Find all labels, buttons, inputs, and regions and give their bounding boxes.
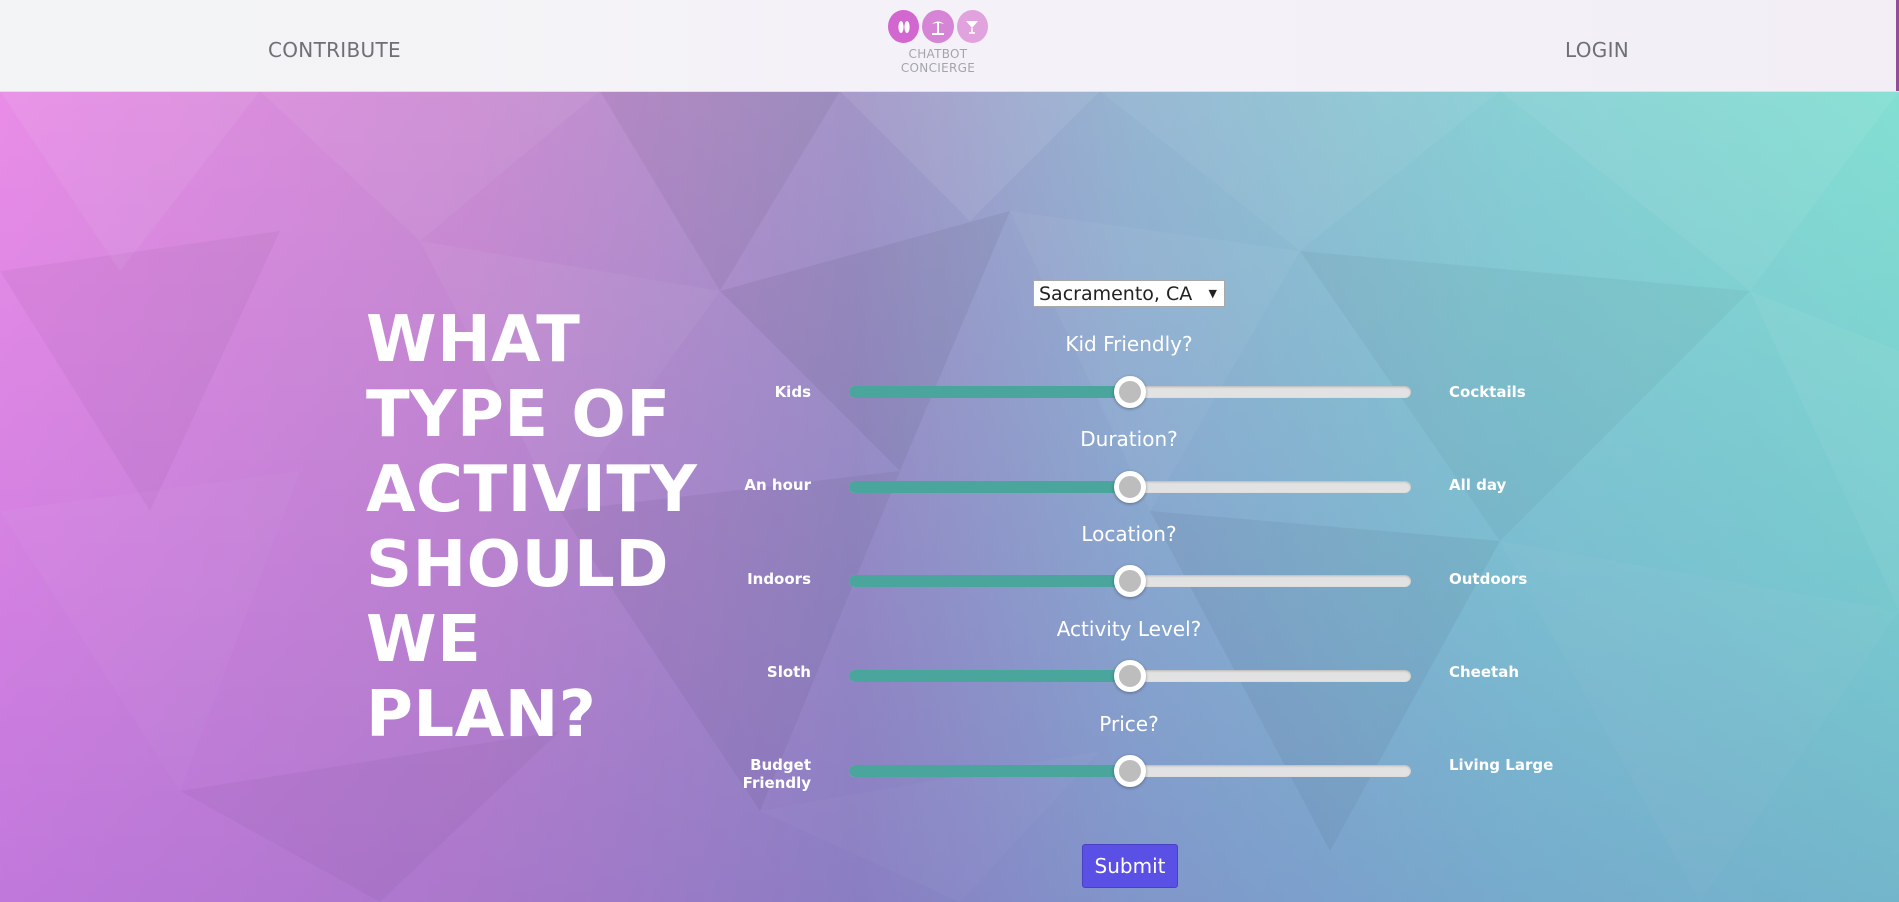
question-duration: Duration? bbox=[1080, 427, 1178, 451]
palm-tree-icon bbox=[922, 10, 954, 43]
city-select-value: Sacramento, CA bbox=[1039, 283, 1193, 305]
headline-line: WE bbox=[366, 603, 482, 677]
slider-fill bbox=[849, 386, 1130, 398]
slider-thumb[interactable] bbox=[1114, 376, 1146, 408]
question-kid-friendly: Kid Friendly? bbox=[1065, 332, 1193, 356]
hero-shade bbox=[0, 91, 1899, 902]
activity-level-slider[interactable] bbox=[849, 660, 1411, 692]
slider-thumb[interactable] bbox=[1114, 471, 1146, 503]
slider-right-label: Outdoors bbox=[1449, 570, 1528, 588]
slider-fill bbox=[849, 481, 1130, 493]
slider-fill bbox=[849, 575, 1130, 587]
flip-flops-icon bbox=[888, 10, 920, 43]
price-slider[interactable] bbox=[849, 755, 1411, 787]
logo-line-1: CHATBOT bbox=[908, 47, 968, 61]
logo-line-2: CONCIERGE bbox=[900, 61, 976, 75]
headline-line: ACTIVITY bbox=[366, 453, 698, 527]
slider-left-label: Kids bbox=[774, 383, 811, 401]
page-headline: WHAT TYPE OF ACTIVITY SHOULD WE PLAN? bbox=[366, 303, 706, 753]
slider-fill bbox=[849, 670, 1130, 682]
slider-thumb[interactable] bbox=[1114, 660, 1146, 692]
question-activity-level: Activity Level? bbox=[1056, 617, 1202, 641]
duration-slider[interactable] bbox=[849, 471, 1411, 503]
top-navbar: CONTRIBUTE CHATBOT CONCIERGE LOGIN bbox=[0, 0, 1899, 92]
slider-right-label: All day bbox=[1449, 476, 1507, 494]
headline-line: TYPE OF bbox=[366, 378, 671, 452]
login-link[interactable]: LOGIN bbox=[1565, 38, 1629, 62]
kid-friendly-slider[interactable] bbox=[849, 376, 1411, 408]
question-location: Location? bbox=[1081, 522, 1177, 546]
slider-fill bbox=[849, 765, 1130, 777]
location-slider[interactable] bbox=[849, 565, 1411, 597]
slider-right-label: Living Large bbox=[1449, 756, 1554, 774]
slider-left-label: Budget Friendly bbox=[742, 756, 811, 792]
slider-left-label: Sloth bbox=[766, 663, 811, 681]
headline-line: PLAN? bbox=[366, 678, 597, 752]
slider-right-label: Cheetah bbox=[1449, 663, 1520, 681]
hero-section bbox=[0, 91, 1899, 902]
submit-button[interactable]: Submit bbox=[1082, 844, 1178, 888]
slider-left-label: Indoors bbox=[747, 570, 811, 588]
chatbot-concierge-logo[interactable]: CHATBOT CONCIERGE bbox=[888, 10, 988, 85]
chevron-down-icon: ▼ bbox=[1208, 287, 1217, 300]
headline-line: SHOULD bbox=[366, 528, 669, 602]
city-select[interactable]: Sacramento, CA ▼ bbox=[1033, 280, 1225, 307]
logo-text: CHATBOT CONCIERGE bbox=[888, 47, 988, 75]
logo-icons bbox=[888, 10, 988, 43]
slider-right-label: Cocktails bbox=[1449, 383, 1526, 401]
contribute-link[interactable]: CONTRIBUTE bbox=[268, 38, 401, 62]
question-price: Price? bbox=[1099, 712, 1159, 736]
headline-line: WHAT bbox=[366, 303, 581, 377]
slider-left-label: An hour bbox=[744, 476, 811, 494]
slider-thumb[interactable] bbox=[1114, 565, 1146, 597]
slider-thumb[interactable] bbox=[1114, 755, 1146, 787]
cocktail-icon bbox=[956, 10, 988, 43]
